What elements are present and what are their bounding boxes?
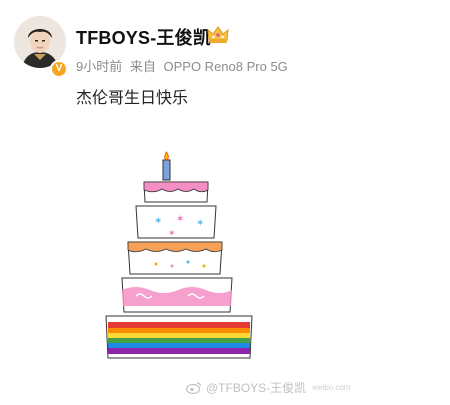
svg-text:✶: ✶ <box>176 214 184 225</box>
post-meta: 9小时前 来自 OPPO Reno8 Pro 5G <box>76 56 292 75</box>
post-time[interactable]: 9小时前 <box>76 59 122 74</box>
weibo-watermark: @TFBOYS-王俊凯 weibo.com <box>186 379 350 396</box>
verified-v-icon: V <box>50 60 68 78</box>
svg-text:✶: ✶ <box>154 216 162 227</box>
watermark-handle: weibo.com <box>312 383 351 392</box>
post-header: V TFBOYS-王俊凯 9小时前 来自 OPPO Reno8 Pro 5G 杰… <box>0 0 450 110</box>
weibo-logo-icon <box>186 381 202 394</box>
watermark-text: @TFBOYS-王俊凯 <box>206 381 307 395</box>
hand-drawn-birthday-cake-image[interactable]: ✶ ✶ ✶ ✶ <box>76 150 286 370</box>
username[interactable]: TFBOYS-王俊凯 <box>76 24 211 50</box>
post-text: 杰伦哥生日快乐 <box>76 90 189 107</box>
source-prefix: 来自 <box>129 59 156 74</box>
source-device[interactable]: OPPO Reno8 Pro 5G <box>164 59 288 74</box>
crown-icon <box>207 26 229 43</box>
svg-text:✶: ✶ <box>196 218 204 229</box>
svg-text:✶: ✶ <box>168 228 176 238</box>
